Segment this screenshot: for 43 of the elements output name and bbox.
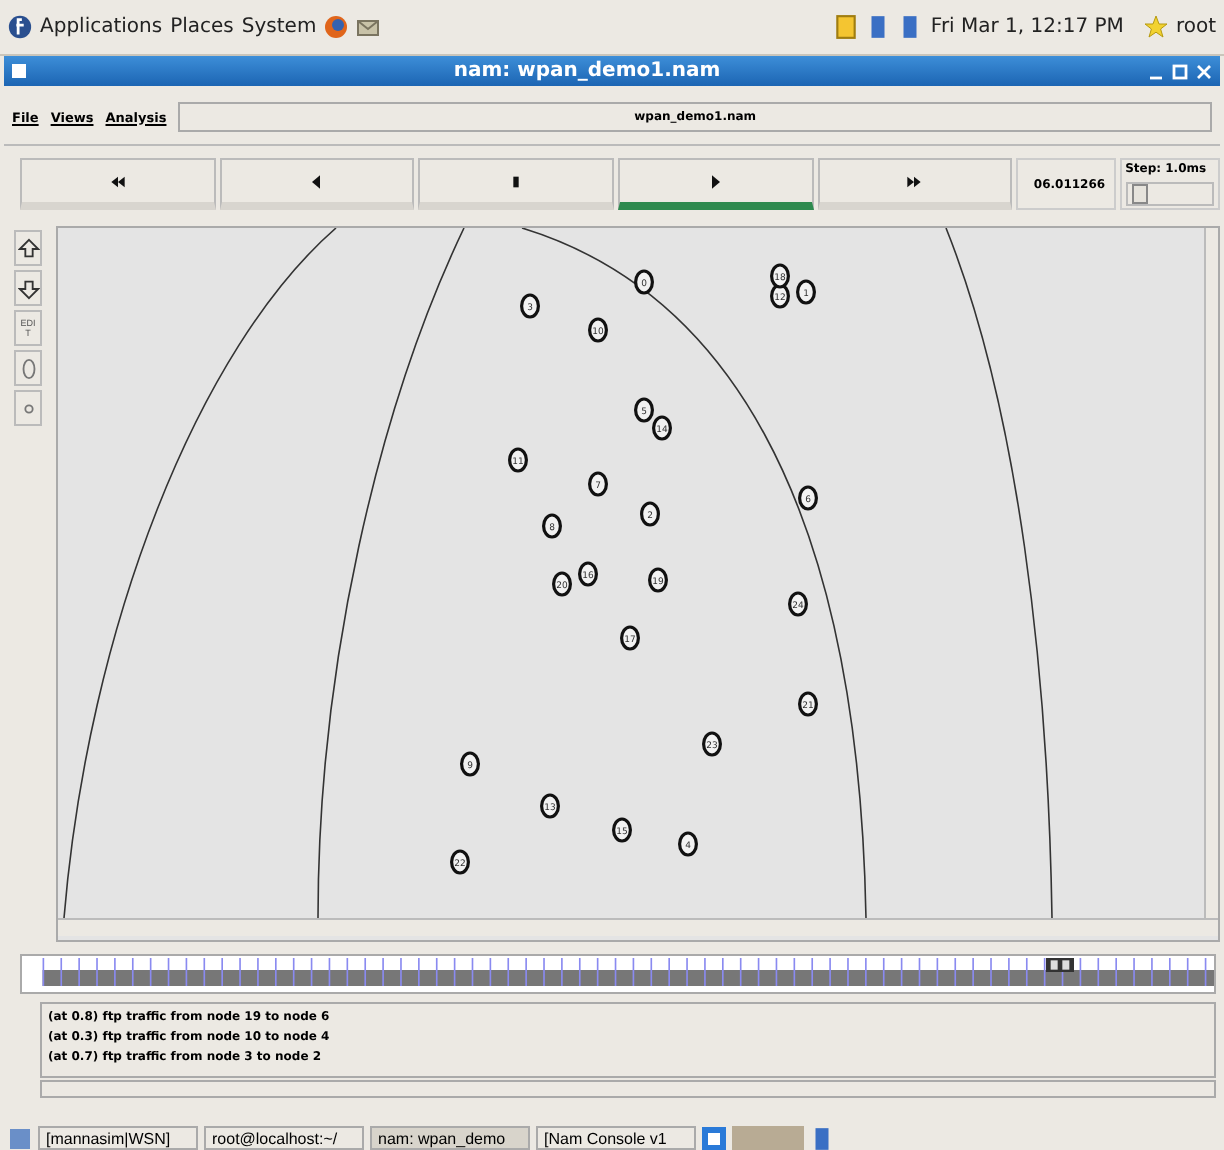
triangle-left-icon [308, 173, 325, 189]
zoom-out-button[interactable] [14, 270, 42, 306]
point-button[interactable] [14, 390, 42, 426]
panel-menu[interactable]: Applications [40, 16, 163, 38]
play-icon [707, 173, 724, 189]
document-icon[interactable] [898, 14, 923, 40]
show-desktop-icon[interactable] [8, 1126, 32, 1150]
taskbar-button[interactable]: [mannasim|WSN] [38, 1126, 198, 1150]
double-triangle-right-icon [906, 173, 923, 189]
time-marker-icon[interactable] [1046, 958, 1074, 972]
play-button[interactable] [617, 158, 813, 210]
taskbar-button[interactable]: nam: wpan_demo [370, 1126, 530, 1150]
arrow-up-icon [17, 237, 39, 259]
workspace-icon[interactable] [702, 1126, 726, 1150]
star-icon [1143, 14, 1168, 40]
oval-button[interactable] [14, 350, 42, 386]
slider-thumb[interactable] [1131, 184, 1148, 204]
double-triangle-left-icon [109, 173, 126, 189]
document-icon[interactable] [866, 14, 891, 40]
oval-icon [17, 357, 39, 379]
clock[interactable]: Fri Mar 1, 12:17 PM [930, 16, 1124, 38]
close-icon[interactable] [1196, 63, 1212, 79]
stop-icon [508, 173, 525, 189]
browser-icon[interactable] [324, 14, 349, 40]
vertical-scrollbar[interactable] [1204, 228, 1218, 918]
fedora-logo-icon[interactable] [8, 14, 32, 40]
window-title: nam: wpan_demo1.nam [451, 60, 723, 82]
panel-menu[interactable]: Places [170, 16, 234, 38]
zoom-in-button[interactable] [14, 230, 42, 266]
mail-icon[interactable] [356, 14, 381, 40]
maximize-icon[interactable] [1172, 63, 1188, 79]
horizontal-scrollbar[interactable] [40, 1080, 1216, 1098]
taskbar-button[interactable]: [Nam Console v1 [536, 1126, 696, 1150]
arrow-down-icon [17, 277, 39, 299]
workspace-switcher[interactable] [732, 1126, 804, 1150]
trash-icon[interactable] [810, 1126, 834, 1150]
taskbar-button[interactable]: root@localhost:~/ [204, 1126, 364, 1150]
panel-menu[interactable]: System [241, 16, 317, 38]
horizontal-scrollbar[interactable] [58, 918, 1218, 936]
user-name[interactable]: root [1175, 16, 1216, 38]
note-icon[interactable] [834, 14, 859, 40]
timeline-bar[interactable] [20, 954, 1216, 994]
step-slider[interactable] [1125, 182, 1215, 206]
